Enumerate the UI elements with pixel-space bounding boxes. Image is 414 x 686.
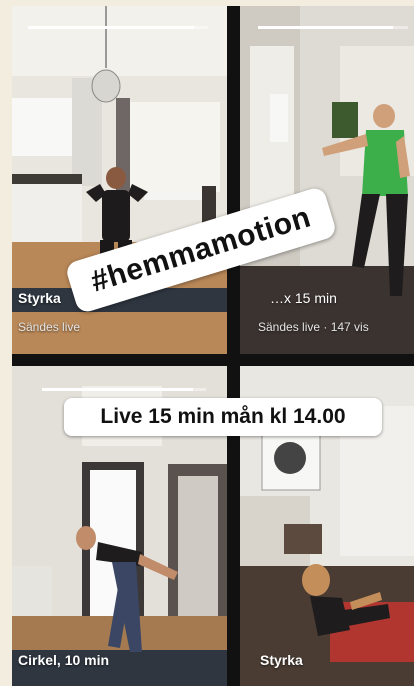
tile-subtitle: Sändes live bbox=[18, 320, 81, 334]
story-progress-bar bbox=[42, 388, 206, 391]
live-schedule-sticker: Live 15 min mån kl 14.00 bbox=[64, 398, 382, 436]
tile-title: Styrka bbox=[260, 652, 303, 668]
tile-title: …x 15 min bbox=[270, 290, 337, 306]
tile-title: Cirkel, 10 min bbox=[18, 652, 110, 668]
tile-title: Styrka bbox=[18, 290, 61, 306]
video-tile-15-min[interactable]: …x 15 min Sändes live · 147 vis bbox=[240, 6, 414, 354]
live-schedule-text: Live 15 min mån kl 14.00 bbox=[100, 405, 346, 428]
video-collage: Styrka Sändes live …x 15 min Sändes live… bbox=[12, 6, 414, 686]
tile-subtitle: Sändes live · 147 vis bbox=[258, 320, 369, 334]
story-progress-bar bbox=[28, 26, 208, 29]
story-progress-bar bbox=[258, 26, 408, 29]
